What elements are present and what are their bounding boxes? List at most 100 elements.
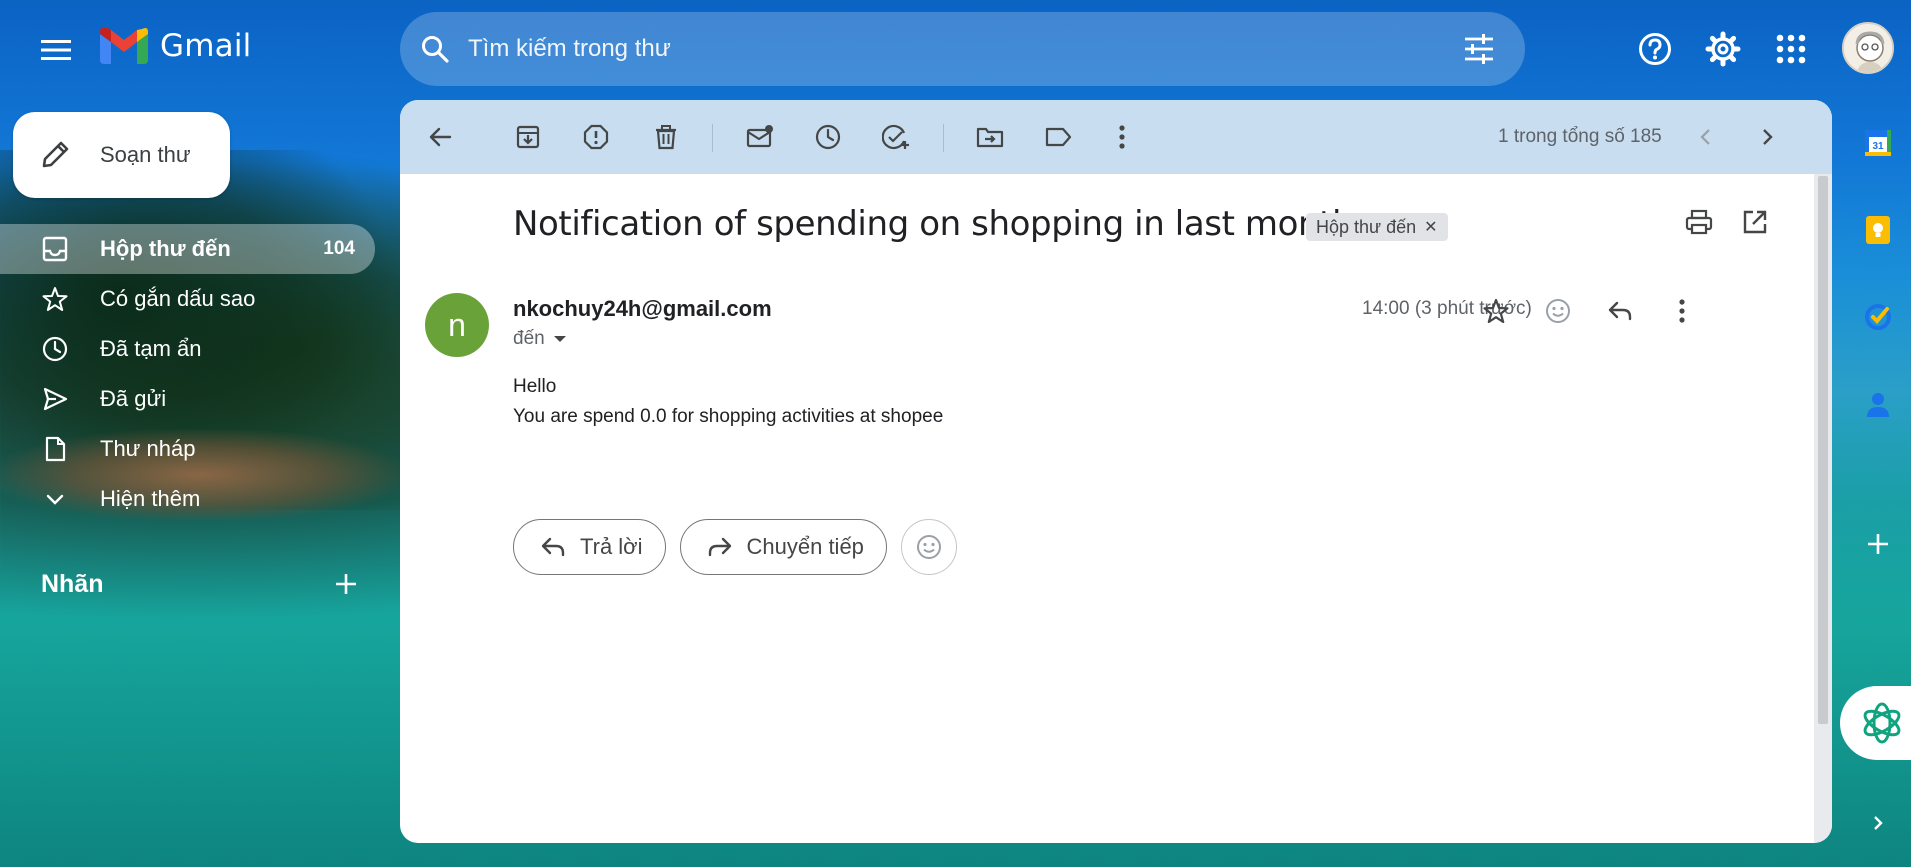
archive-icon [515, 124, 541, 150]
compose-button[interactable]: Soạn thư [13, 112, 230, 198]
add-to-tasks-button[interactable] [876, 117, 916, 157]
emoji-reaction-button[interactable] [900, 519, 957, 575]
chevron-right-icon [1757, 127, 1777, 147]
sidebar-item-label: Thư nháp [100, 436, 196, 461]
scroll-thumb[interactable] [1818, 176, 1828, 724]
move-to-button[interactable] [970, 117, 1010, 157]
apps-button[interactable] [1768, 26, 1814, 72]
contacts-icon [1863, 389, 1893, 419]
scrollbar[interactable] [1814, 174, 1832, 843]
gear-icon [1705, 31, 1741, 67]
more-vertical-icon [1678, 299, 1686, 323]
remove-label-icon[interactable]: ✕ [1424, 217, 1437, 237]
add-task-icon [882, 124, 910, 150]
tasks-icon [1863, 302, 1893, 332]
add-label-button[interactable] [332, 570, 360, 598]
ai-assistant-button[interactable] [1840, 686, 1911, 760]
send-icon [42, 386, 68, 412]
tasks-app-button[interactable] [1858, 297, 1898, 337]
inbox-label-chip: Hộp thư đến ✕ [1306, 213, 1448, 241]
keep-app-button[interactable] [1858, 210, 1898, 250]
sender-avatar[interactable]: n [425, 293, 489, 357]
apps-grid-icon [1776, 34, 1806, 64]
help-icon [1638, 32, 1672, 66]
help-button[interactable] [1632, 26, 1678, 72]
reply-button[interactable] [1599, 290, 1641, 332]
sidebar-item-label: Đã tạm ẩn [100, 336, 202, 361]
sidebar-item-more[interactable]: Hiện thêm [0, 474, 375, 524]
open-in-new-window-button[interactable] [1741, 208, 1769, 236]
search-bar[interactable] [400, 12, 1525, 86]
back-button[interactable] [421, 117, 461, 157]
show-side-panel-button[interactable] [1858, 803, 1898, 843]
message-body: Hello You are spend 0.0 for shopping act… [513, 372, 943, 432]
hamburger-menu-icon [41, 38, 71, 62]
forward-icon [707, 536, 733, 558]
message-more-button[interactable] [1661, 290, 1703, 332]
newer-button[interactable] [1686, 117, 1726, 157]
contacts-app-button[interactable] [1858, 384, 1898, 424]
unread-count: 104 [323, 238, 355, 259]
gmail-logo[interactable]: Gmail [100, 28, 251, 64]
body-line: Hello [513, 376, 557, 397]
reply-icon [1607, 299, 1633, 323]
print-all-button[interactable] [1685, 208, 1713, 236]
trash-icon [653, 124, 679, 150]
main-menu-button[interactable] [38, 32, 74, 68]
sidebar-item-inbox[interactable]: Hộp thư đến 104 [0, 224, 375, 274]
keep-icon [1863, 215, 1893, 245]
pagination-text: 1 trong tổng số 185 [1498, 126, 1662, 147]
openai-logo-icon [1858, 699, 1906, 747]
sidebar-item-snoozed[interactable]: Đã tạm ẩn [0, 324, 375, 374]
forward-action-button[interactable]: Chuyển tiếp [679, 519, 887, 575]
sidebar-item-drafts[interactable]: Thư nháp [0, 424, 375, 474]
message-toolbar: 1 trong tổng số 185 [400, 100, 1832, 174]
search-input[interactable] [468, 30, 1428, 68]
reply-label: Trả lời [580, 534, 643, 559]
report-spam-button[interactable] [576, 117, 616, 157]
gmail-m-icon [100, 28, 148, 64]
open-external-icon [1741, 208, 1769, 236]
forward-label: Chuyển tiếp [746, 534, 864, 559]
recipient-label: đến [513, 328, 545, 349]
inbox-icon [42, 236, 68, 262]
delete-button[interactable] [646, 117, 686, 157]
sidebar-item-label: Có gắn dấu sao [100, 286, 256, 311]
calendar-icon: 31 [1863, 128, 1893, 158]
mail-unread-icon [746, 124, 774, 150]
more-vertical-icon [1118, 125, 1126, 149]
archive-button[interactable] [508, 117, 548, 157]
sidebar-item-label: Hiện thêm [100, 486, 201, 511]
sender-email[interactable]: nkochuy24h@gmail.com [513, 296, 772, 322]
sidebar-item-label: Hộp thư đến [100, 236, 231, 261]
star-button[interactable] [1475, 290, 1517, 332]
account-avatar[interactable] [1842, 22, 1894, 74]
recipient-details-toggle[interactable]: đến [513, 328, 567, 350]
message-panel: 1 trong tổng số 185 Notification of spen… [400, 100, 1832, 843]
snooze-button[interactable] [808, 117, 848, 157]
sidebar-item-label: Đã gửi [100, 386, 167, 411]
sidebar-item-starred[interactable]: Có gắn dấu sao [0, 274, 375, 324]
older-button[interactable] [1747, 117, 1787, 157]
search-icon[interactable] [420, 34, 450, 64]
label-icon [1044, 124, 1072, 150]
caret-down-icon [553, 334, 567, 344]
get-addons-button[interactable] [1858, 524, 1898, 564]
email-subject: Notification of spending on shopping in … [513, 204, 1354, 244]
sidebar-item-sent[interactable]: Đã gửi [0, 374, 375, 424]
plus-icon [332, 570, 360, 598]
mark-unread-button[interactable] [740, 117, 780, 157]
draft-icon [42, 436, 68, 462]
add-reaction-button[interactable] [1537, 290, 1579, 332]
arrow-left-icon [428, 124, 454, 150]
calendar-app-button[interactable]: 31 [1858, 123, 1898, 163]
more-options-button[interactable] [1102, 117, 1142, 157]
plus-icon [1865, 531, 1891, 557]
search-options-icon[interactable] [1463, 34, 1495, 64]
settings-button[interactable] [1700, 26, 1746, 72]
chevron-down-icon [42, 486, 68, 512]
folder-move-icon [976, 124, 1004, 150]
reply-action-button[interactable]: Trả lời [513, 519, 666, 575]
compose-label: Soạn thư [100, 142, 191, 167]
labels-button[interactable] [1038, 117, 1078, 157]
